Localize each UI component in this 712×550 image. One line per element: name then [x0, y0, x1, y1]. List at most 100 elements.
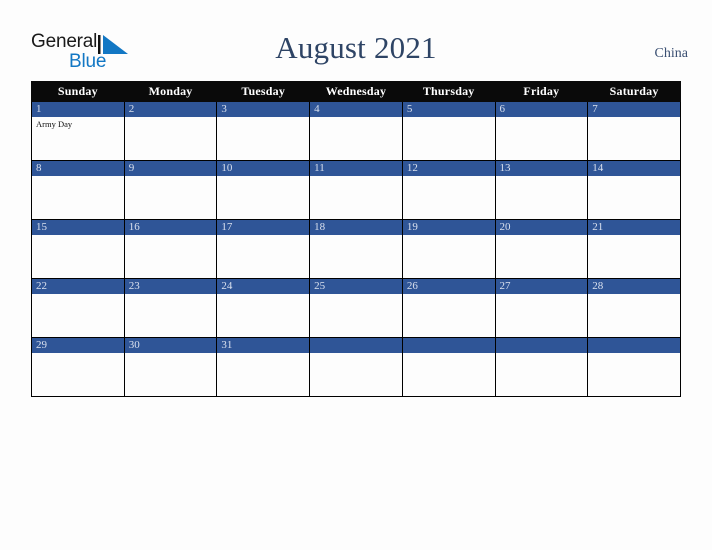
day-cell-inner: 31 [217, 338, 310, 396]
calendar-day-cell[interactable]: 18 [309, 219, 403, 279]
calendar-day-cell[interactable]: 14 [587, 160, 681, 220]
day-cell-inner: 27 [495, 279, 588, 337]
calendar-day-cell[interactable]: 12 [401, 160, 496, 220]
calendar-day-cell[interactable]: 1 Army Day [31, 101, 125, 161]
calendar-day-cell[interactable]: 24 [216, 278, 311, 338]
calendar-day-cell[interactable]: 10 [216, 160, 311, 220]
weekday-header-row: Sunday Monday Tuesday Wednesday Thursday Frid… [31, 81, 681, 102]
day-number: 19 [402, 220, 495, 235]
country-label: China [654, 46, 688, 61]
day-cell-inner: 14 [588, 161, 680, 219]
day-number: 31 [217, 338, 310, 353]
day-cell-inner: 5 [402, 102, 495, 160]
day-number: 9 [124, 161, 217, 176]
day-cell-inner: 19 [402, 220, 495, 278]
day-number: 4 [310, 102, 402, 117]
calendar-week-row: 8 9 10 11 12 13 14 [31, 160, 681, 220]
day-number: 15 [32, 220, 124, 235]
day-cell-inner: 12 [402, 161, 495, 219]
calendar-day-cell[interactable]: 15 [31, 219, 125, 279]
calendar-day-cell[interactable]: 26 [401, 278, 496, 338]
calendar-empty-cell[interactable] [401, 337, 496, 397]
calendar-day-cell[interactable]: 30 [123, 337, 218, 397]
day-cell-inner: 21 [588, 220, 680, 278]
day-number: 25 [310, 279, 402, 294]
day-number: 7 [588, 102, 680, 117]
day-cell-inner: 23 [124, 279, 217, 337]
day-cell-inner: 16 [124, 220, 217, 278]
day-number [402, 338, 495, 353]
calendar-day-cell[interactable]: 3 [216, 101, 311, 161]
day-number: 26 [402, 279, 495, 294]
calendar-empty-cell[interactable] [309, 337, 403, 397]
calendar-day-cell[interactable]: 20 [494, 219, 589, 279]
calendar-empty-cell[interactable] [494, 337, 589, 397]
calendar-day-cell[interactable]: 2 [123, 101, 218, 161]
day-number: 8 [32, 161, 124, 176]
calendar-day-cell[interactable]: 9 [123, 160, 218, 220]
day-number: 14 [588, 161, 680, 176]
day-cell-inner: 9 [124, 161, 217, 219]
day-cell-inner: 18 [310, 220, 402, 278]
calendar-day-cell[interactable]: 6 [494, 101, 589, 161]
day-cell-inner: 11 [310, 161, 402, 219]
weekday-header-tuesday: Tuesday [216, 81, 311, 102]
calendar-day-cell[interactable]: 16 [123, 219, 218, 279]
day-number: 24 [217, 279, 310, 294]
calendar-day-cell[interactable]: 17 [216, 219, 311, 279]
day-number: 20 [495, 220, 588, 235]
day-number: 28 [588, 279, 680, 294]
day-number [588, 338, 680, 353]
calendar-body: 1 Army Day 2 3 4 5 6 7 8 9 10 11 12 13 14 15 16 17 18 19 20 2… [31, 101, 681, 397]
weekday-header-thursday: Thursday [401, 81, 496, 102]
day-cell-inner: 17 [217, 220, 310, 278]
calendar-week-row: 1 Army Day 2 3 4 5 6 7 [31, 101, 681, 161]
day-cell-inner: 7 [588, 102, 680, 160]
day-cell-inner: 6 [495, 102, 588, 160]
day-number: 27 [495, 279, 588, 294]
day-cell-inner: 26 [402, 279, 495, 337]
day-number [495, 338, 588, 353]
day-number: 13 [495, 161, 588, 176]
weekday-header-friday: Friday [494, 81, 589, 102]
calendar-week-row: 15 16 17 18 19 20 21 [31, 219, 681, 279]
calendar-day-cell[interactable]: 29 [31, 337, 125, 397]
day-number: 10 [217, 161, 310, 176]
calendar-day-cell[interactable]: 19 [401, 219, 496, 279]
day-number: 22 [32, 279, 124, 294]
calendar-day-cell[interactable]: 7 [587, 101, 681, 161]
day-cell-inner: 30 [124, 338, 217, 396]
calendar-day-cell[interactable]: 5 [401, 101, 496, 161]
calendar-empty-cell[interactable] [587, 337, 681, 397]
day-number: 2 [124, 102, 217, 117]
day-number: 21 [588, 220, 680, 235]
calendar-day-cell[interactable]: 13 [494, 160, 589, 220]
calendar-day-cell[interactable]: 22 [31, 278, 125, 338]
calendar-day-cell[interactable]: 11 [309, 160, 403, 220]
weekday-header-saturday: Saturday [587, 81, 681, 102]
day-number: 23 [124, 279, 217, 294]
day-number: 6 [495, 102, 588, 117]
calendar-day-cell[interactable]: 8 [31, 160, 125, 220]
calendar-day-cell[interactable]: 27 [494, 278, 589, 338]
page-title: August 2021 [275, 30, 437, 65]
day-number: 30 [124, 338, 217, 353]
calendar-day-cell[interactable]: 21 [587, 219, 681, 279]
day-events: Army Day [32, 117, 124, 130]
calendar-day-cell[interactable]: 23 [123, 278, 218, 338]
calendar-day-cell[interactable]: 4 [309, 101, 403, 161]
day-number: 18 [310, 220, 402, 235]
calendar-day-cell[interactable]: 25 [309, 278, 403, 338]
calendar-day-cell[interactable]: 28 [587, 278, 681, 338]
day-cell-inner: 10 [217, 161, 310, 219]
day-cell-inner [402, 338, 495, 396]
calendar-week-row: 22 23 24 25 26 27 28 [31, 278, 681, 338]
day-cell-inner: 13 [495, 161, 588, 219]
calendar-header-row: Sunday Monday Tuesday Wednesday Thursday Frid… [31, 81, 681, 102]
day-cell-inner: 1 Army Day [32, 102, 124, 160]
calendar-day-cell[interactable]: 31 [216, 337, 311, 397]
day-cell-inner: 22 [32, 279, 124, 337]
day-cell-inner: 28 [588, 279, 680, 337]
holiday-event-label: Army Day [36, 119, 73, 129]
calendar-week-row: 29 30 31 [31, 337, 681, 397]
